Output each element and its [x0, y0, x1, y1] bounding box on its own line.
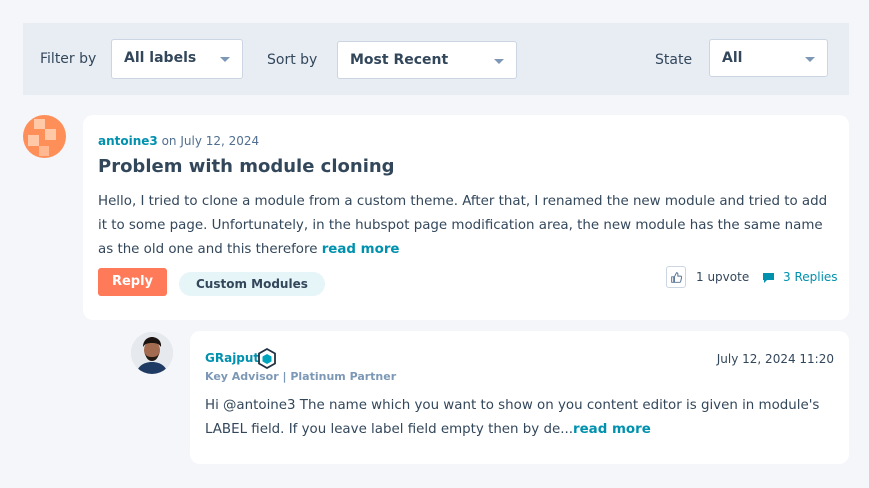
- avatar[interactable]: [23, 115, 66, 158]
- reply-button[interactable]: Reply: [98, 268, 167, 296]
- post-author[interactable]: antoine3: [98, 134, 158, 148]
- state-label: State: [655, 52, 693, 68]
- thumbs-up-icon: [670, 271, 682, 283]
- replies-link[interactable]: 3 Replies: [762, 270, 838, 284]
- chevron-down-icon: [494, 59, 504, 64]
- sort-by-value: Most Recent: [350, 52, 449, 68]
- post-body-text: Hello, I tried to clone a module from a …: [98, 194, 828, 257]
- upvote-button[interactable]: [666, 266, 686, 288]
- chat-bubble-icon: [763, 272, 774, 283]
- post-date: on July 12, 2024: [161, 134, 260, 148]
- read-more-link[interactable]: read more: [322, 242, 400, 257]
- chevron-down-icon: [220, 57, 230, 62]
- replies-count: 3 Replies: [783, 270, 838, 284]
- state-select[interactable]: All: [709, 39, 828, 77]
- reply-read-more-link[interactable]: read more: [573, 422, 651, 437]
- filter-bar: Filter by All labels Sort by Most Recent…: [23, 23, 849, 95]
- filter-by-label: Filter by: [40, 51, 97, 67]
- post-body: Hello, I tried to clone a module from a …: [98, 190, 838, 262]
- state-value: All: [722, 50, 743, 66]
- post-title[interactable]: Problem with module cloning: [98, 156, 395, 177]
- chevron-down-icon: [805, 57, 815, 62]
- post-meta: antoine3 on July 12, 2024: [98, 134, 259, 148]
- upvote-count: 1 upvote: [696, 270, 750, 284]
- post-card: antoine3 on July 12, 2024 Problem with m…: [83, 115, 849, 320]
- sort-by-select[interactable]: Most Recent: [337, 41, 517, 79]
- sort-by-label: Sort by: [267, 52, 318, 68]
- reply-author-role: Key Advisor | Platinum Partner: [205, 370, 397, 383]
- filter-by-value: All labels: [124, 50, 197, 66]
- partner-badge-icon: [258, 348, 276, 369]
- reply-date: July 12, 2024 11:20: [716, 352, 834, 366]
- avatar[interactable]: [131, 332, 173, 374]
- reply-author[interactable]: GRajput: [205, 351, 259, 365]
- reply-card: GRajput Key Advisor | Platinum Partner J…: [190, 331, 849, 464]
- reply-body-text: Hi @antoine3 The name which you want to …: [205, 398, 820, 437]
- tag-custom-modules[interactable]: Custom Modules: [179, 272, 325, 296]
- filter-by-select[interactable]: All labels: [111, 39, 243, 79]
- reply-body: Hi @antoine3 The name which you want to …: [205, 394, 825, 442]
